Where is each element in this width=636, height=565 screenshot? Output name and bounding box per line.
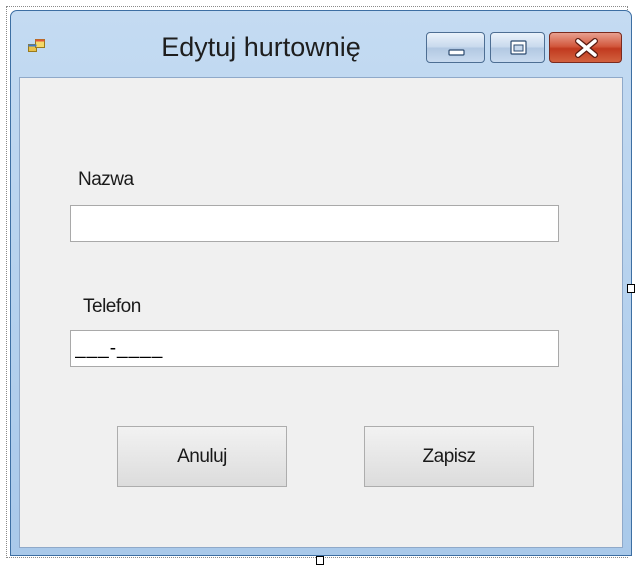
maximize-button[interactable] xyxy=(490,32,545,63)
save-button[interactable]: Zapisz xyxy=(364,426,534,487)
close-button[interactable] xyxy=(549,32,622,63)
resize-handle-right[interactable] xyxy=(627,284,635,293)
close-icon xyxy=(575,38,598,58)
title-bar[interactable]: Edytuj hurtownię xyxy=(11,11,631,77)
form-designer-surface: Edytuj hurtownię Nazwa Telefon ___-____ … xyxy=(0,0,636,565)
window-title: Edytuj hurtownię xyxy=(161,32,361,62)
cancel-button[interactable]: Anuluj xyxy=(117,426,287,487)
telefon-label: Telefon xyxy=(83,296,141,317)
windows-form-icon xyxy=(28,38,46,54)
maximize-icon xyxy=(510,40,527,55)
window: Edytuj hurtownię Nazwa Telefon ___-____ … xyxy=(10,10,632,556)
form-client-area: Nazwa Telefon Anuluj Zapisz xyxy=(19,77,623,548)
telefon-masked-input[interactable] xyxy=(70,330,559,367)
minimize-button[interactable] xyxy=(426,32,485,63)
nazwa-input[interactable] xyxy=(70,205,559,242)
minimize-icon xyxy=(448,49,465,56)
nazwa-label: Nazwa xyxy=(78,169,134,190)
